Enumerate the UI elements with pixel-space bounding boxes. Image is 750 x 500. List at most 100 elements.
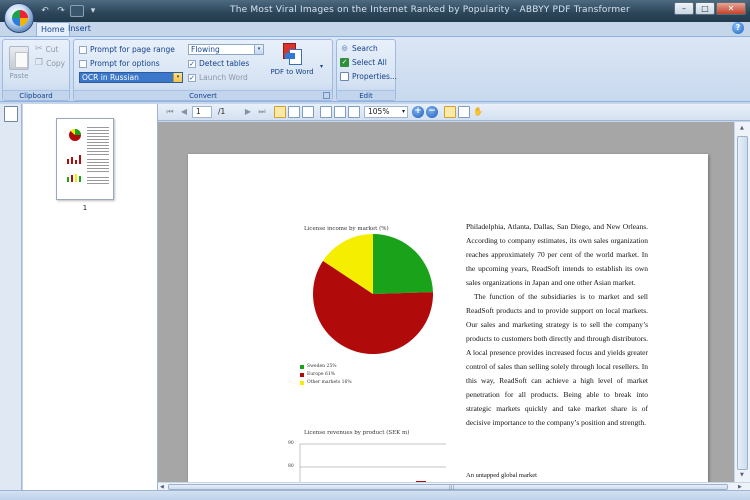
legend-item-other: Other markets 16% — [300, 380, 352, 385]
hand-tool-icon[interactable]: ✋ — [472, 106, 484, 118]
minimize-button[interactable]: – — [674, 2, 694, 15]
copy-button[interactable]: ❐ Copy — [35, 58, 65, 68]
status-bar — [0, 490, 750, 500]
scroll-down-icon[interactable]: ▼ — [740, 472, 744, 478]
actual-size-icon[interactable] — [348, 106, 360, 118]
edit-group-label: Edit — [337, 90, 395, 100]
marquee-zoom-icon[interactable] — [458, 106, 470, 118]
layout-mode-select[interactable]: Flowing ▾ — [188, 44, 264, 55]
zoom-out-button[interactable]: − — [426, 106, 438, 118]
thumbnail-preview — [67, 127, 109, 184]
scissors-icon: ✂ — [35, 44, 43, 54]
launch-word-checkbox[interactable]: ✓ Launch Word — [188, 73, 248, 82]
single-page-view-icon[interactable] — [274, 106, 286, 118]
edit-group: ◎ Search ✓ Select All Properties... Edit — [336, 39, 397, 101]
qat-box-icon[interactable] — [70, 5, 84, 17]
checkbox-checked-icon: ✓ — [188, 73, 196, 82]
page-number-input[interactable]: 1 — [192, 106, 212, 118]
horizontal-scrollbar[interactable]: ◀ ||| ▶ — [158, 482, 750, 491]
chart2-title: License revenues by product (SEK m) — [304, 430, 410, 436]
window-controls: – □ ✕ — [674, 2, 746, 15]
document-body-text: Philadelphia, Atlanta, Dallas, San Diego… — [466, 220, 648, 430]
checkbox-box — [79, 45, 87, 54]
prompt-options-checkbox[interactable]: Prompt for options — [79, 59, 160, 68]
close-button[interactable]: ✕ — [716, 2, 746, 15]
paragraph: The function of the subsidiaries is to m… — [466, 292, 648, 427]
fit-page-icon[interactable] — [320, 106, 332, 118]
pdf-to-word-icon — [281, 43, 303, 65]
thumbnail-page-number: 1 — [82, 204, 88, 212]
section-subheading: An untapped global market — [466, 472, 537, 479]
launch-word-label: Launch Word — [199, 73, 248, 82]
select-all-icon: ✓ — [340, 58, 349, 67]
chevron-down-icon[interactable]: ▾ — [254, 45, 263, 54]
navigation-strip — [0, 104, 22, 490]
properties-label: Properties... — [352, 72, 398, 81]
scroll-up-icon[interactable]: ▲ — [740, 125, 744, 131]
dialog-launcher-icon[interactable] — [323, 92, 330, 99]
zoom-select[interactable]: 105% ▾ — [364, 106, 408, 118]
clipboard-group-label: Clipboard — [3, 90, 69, 100]
maximize-button[interactable]: □ — [695, 2, 715, 15]
prompt-page-range-checkbox[interactable]: Prompt for page range — [79, 45, 175, 54]
help-icon[interactable]: ? — [732, 22, 744, 34]
properties-button[interactable]: Properties... — [340, 72, 397, 81]
chevron-down-icon[interactable]: ▾ — [402, 107, 405, 117]
page-thumbnail[interactable] — [56, 118, 114, 200]
binoculars-icon: ◎ — [341, 44, 348, 52]
legend-item-europe: Europe 61% — [300, 372, 335, 377]
pdf-to-word-dropdown-icon[interactable]: ▾ — [320, 63, 323, 70]
select-all-label: Select All — [352, 58, 387, 67]
window-title: The Most Viral Images on the Internet Ra… — [230, 5, 630, 15]
pdf-to-word-label: PDF to Word — [270, 68, 314, 76]
cut-button[interactable]: ✂ Cut — [35, 44, 58, 54]
ocr-language-select[interactable]: OCR in Russian ▾ — [79, 72, 183, 83]
detect-tables-checkbox[interactable]: ✓ Detect tables — [188, 59, 249, 68]
search-label: Search — [352, 44, 378, 53]
pages-panel-icon[interactable] — [4, 106, 18, 122]
legend-item-sweden: Sweden 25% — [300, 364, 336, 369]
application-menu-button[interactable] — [4, 3, 34, 33]
viewer-toolbar: ⏮ ◀ 1 /1 ▶ ⏭ 105% ▾ + − ✋ — [158, 104, 750, 121]
last-page-icon[interactable]: ⏭ — [256, 106, 268, 118]
undo-icon[interactable]: ↶ — [38, 5, 52, 17]
thumbnail-panel: 1 — [23, 104, 158, 490]
document-viewport[interactable]: License income by market (%) Sweden 25% … — [158, 122, 734, 482]
app-logo-icon — [12, 10, 28, 26]
document-page: License income by market (%) Sweden 25% … — [188, 154, 708, 482]
vertical-scrollbar[interactable]: ▲ ▼ — [734, 122, 750, 482]
paste-label: Paste — [9, 72, 29, 80]
cut-label: Cut — [45, 44, 59, 54]
paste-button[interactable]: Paste — [7, 46, 31, 80]
chart2-tick-80: 80 — [288, 464, 294, 469]
legend-swatch-europe — [300, 372, 304, 377]
select-all-button[interactable]: ✓ Select All — [340, 58, 387, 67]
layout-mode-value: Flowing — [191, 45, 220, 54]
legend-label-sweden: Sweden 25% — [307, 364, 337, 369]
legend-swatch-sweden — [300, 364, 304, 369]
qat-more-icon[interactable]: ▾ — [86, 5, 100, 17]
checkbox-checked-icon: ✓ — [188, 59, 196, 68]
detect-tables-label: Detect tables — [199, 59, 250, 68]
next-page-icon[interactable]: ▶ — [242, 106, 254, 118]
quick-access-toolbar: ↶ ↷ ▾ — [38, 5, 100, 17]
zoom-value: 105% — [368, 107, 390, 116]
continuous-view-icon[interactable] — [302, 106, 314, 118]
vertical-scroll-thumb[interactable] — [737, 136, 748, 470]
clipboard-group: Paste ✂ Cut ❐ Copy Clipboard — [2, 39, 70, 101]
tab-insert[interactable]: Insert — [64, 22, 95, 36]
search-button[interactable]: ◎ Search — [340, 44, 378, 53]
redo-icon[interactable]: ↷ — [54, 5, 68, 17]
previous-page-icon[interactable]: ◀ — [178, 106, 190, 118]
two-page-view-icon[interactable] — [288, 106, 300, 118]
title-bar: ↶ ↷ ▾ The Most Viral Images on the Inter… — [0, 0, 750, 22]
pdf-to-word-button[interactable]: PDF to Word — [266, 43, 318, 76]
chevron-down-icon[interactable]: ▾ — [173, 73, 182, 82]
zoom-in-button[interactable]: + — [412, 106, 424, 118]
copy-label: Copy — [46, 58, 66, 68]
select-pointer-icon[interactable] — [444, 106, 456, 118]
fit-width-icon[interactable] — [334, 106, 346, 118]
convert-group-label: Convert — [74, 90, 332, 100]
prompt-options-label: Prompt for options — [90, 59, 160, 68]
first-page-icon[interactable]: ⏮ — [164, 106, 176, 118]
